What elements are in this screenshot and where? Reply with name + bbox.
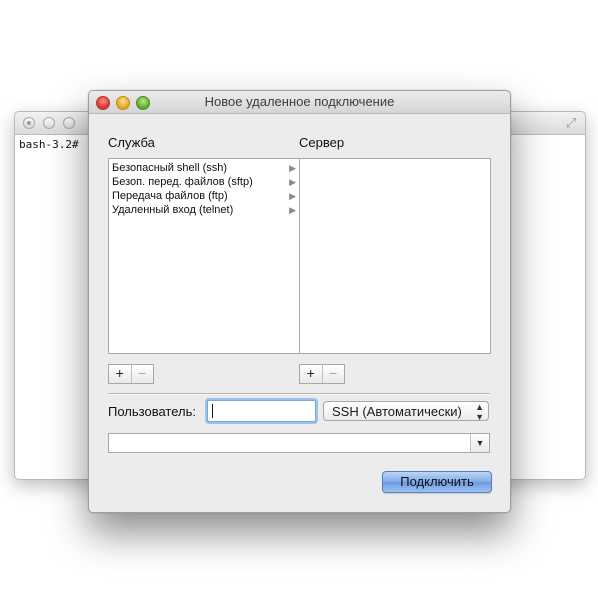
protocol-select-value: SSH (Автоматически) <box>332 404 462 419</box>
disclosure-arrow-icon: ▶ <box>289 191 296 201</box>
fullscreen-icon[interactable]: ⤢ <box>563 115 579 131</box>
protocol-select[interactable]: SSH (Автоматически) ▲ ▼ <box>323 401 489 422</box>
service-add-remove-control: + − <box>108 364 154 384</box>
server-list[interactable] <box>299 158 491 354</box>
chevron-down-icon[interactable]: ▼ <box>470 434 489 452</box>
new-remote-connection-dialog: Новое удаленное подключение Служба Серве… <box>88 90 511 513</box>
add-server-button[interactable]: + <box>300 365 322 383</box>
separator <box>108 393 490 395</box>
disclosure-arrow-icon: ▶ <box>289 177 296 187</box>
user-input[interactable] <box>207 400 316 422</box>
terminal-zoom-button[interactable] <box>63 117 75 129</box>
service-item-label: Безоп. перед. файлов (sftp) <box>112 176 253 188</box>
server-column-header: Сервер <box>299 135 345 150</box>
service-column-header: Служба <box>108 135 155 150</box>
service-item-label: Удаленный вход (telnet) <box>112 204 234 216</box>
command-combo-box[interactable]: ▼ <box>108 433 490 453</box>
terminal-prompt: bash-3.2# <box>19 138 79 151</box>
remove-server-button[interactable]: − <box>321 365 345 383</box>
service-item-label: Передача файлов (ftp) <box>112 190 228 202</box>
connect-button[interactable]: Подключить <box>382 471 492 493</box>
service-item-telnet[interactable]: Удаленный вход (telnet) ▶ <box>109 203 299 217</box>
text-caret <box>212 404 213 418</box>
service-list[interactable]: Безопасный shell (ssh) ▶ Безоп. перед. ф… <box>108 158 300 354</box>
terminal-minimize-button[interactable] <box>43 117 55 129</box>
remove-service-button[interactable]: − <box>130 365 154 383</box>
disclosure-arrow-icon: ▶ <box>289 163 296 173</box>
user-label: Пользователь: <box>108 404 196 419</box>
terminal-close-button[interactable] <box>23 117 35 129</box>
service-item-label: Безопасный shell (ssh) <box>112 162 228 174</box>
disclosure-arrow-icon: ▶ <box>289 205 296 215</box>
updown-arrows-icon: ▲ ▼ <box>475 402 484 422</box>
dialog-title: Новое удаленное подключение <box>204 94 395 109</box>
service-item-sftp[interactable]: Безоп. перед. файлов (sftp) ▶ <box>109 175 299 189</box>
add-service-button[interactable]: + <box>109 365 131 383</box>
server-add-remove-control: + − <box>299 364 345 384</box>
dialog-titlebar: Новое удаленное подключение <box>89 91 510 114</box>
service-item-ftp[interactable]: Передача файлов (ftp) ▶ <box>109 189 299 203</box>
service-item-ssh[interactable]: Безопасный shell (ssh) ▶ <box>109 161 299 175</box>
